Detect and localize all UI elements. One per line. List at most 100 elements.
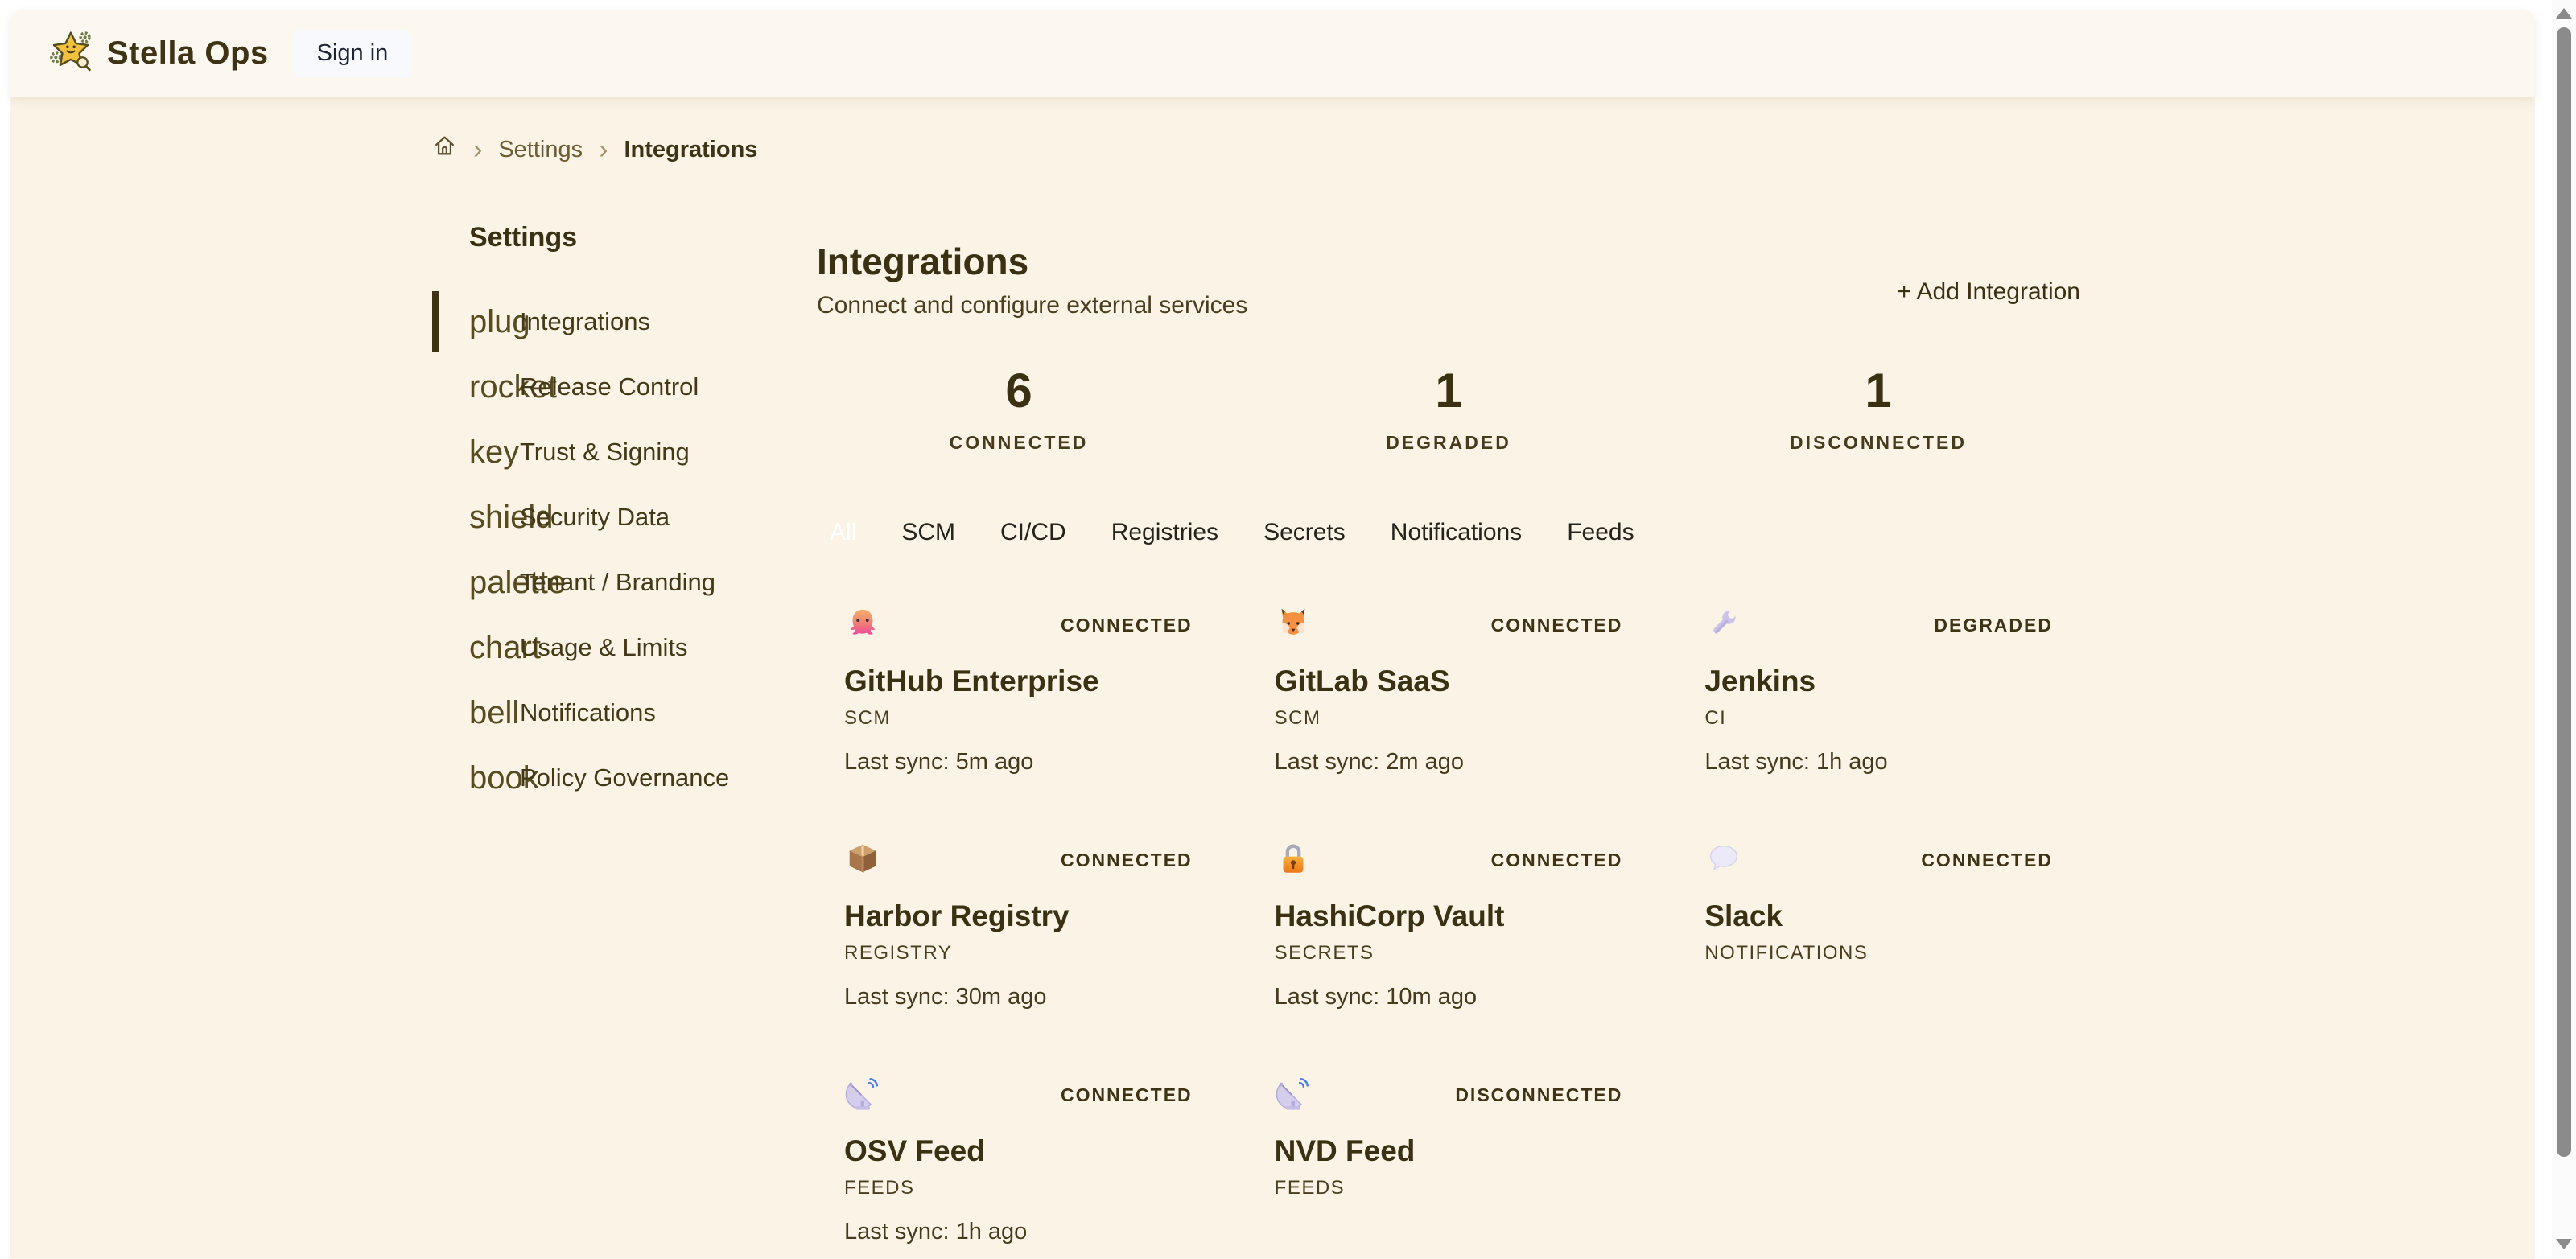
card-gitlab-saas[interactable]: CONNECTED GitLab SaaS SCM Last sync: 2m … [1247, 605, 1651, 776]
breadcrumb: › Settings › Integrations [432, 134, 2080, 166]
satellite-icon [844, 1075, 881, 1112]
tab-all[interactable]: All [830, 519, 856, 546]
sidebar-item-policy-governance[interactable]: book Policy Governance [432, 745, 778, 810]
status-badge: DISCONNECTED [1455, 1084, 1622, 1106]
card-harbor-registry[interactable]: CONNECTED Harbor Registry REGISTRY Last … [817, 840, 1220, 1010]
status-badge: CONNECTED [1061, 1084, 1193, 1106]
card-type: NOTIFICATIONS [1704, 941, 2053, 965]
sidebar-item-integrations[interactable]: plug Integrations [432, 289, 778, 354]
card-last-sync [1275, 1218, 1623, 1245]
sign-in-button[interactable]: Sign in [293, 30, 413, 77]
card-jenkins[interactable]: DEGRADED Jenkins CI Last sync: 1h ago [1677, 605, 2080, 776]
octopus-icon [844, 605, 881, 642]
scrollbar-thumb[interactable] [2557, 27, 2571, 1157]
sidebar-item-label: Notifications [520, 698, 656, 727]
scrollbar-down-arrow-icon[interactable] [2556, 1239, 2572, 1249]
settings-nav: plug Integrations rocket Release Control… [432, 289, 778, 810]
card-name: Slack [1704, 898, 2053, 935]
tab-registries[interactable]: Registries [1111, 519, 1218, 546]
sidebar-item-tenant-branding[interactable]: palette Tenant / Branding [432, 549, 778, 615]
card-name: NVD Feed [1275, 1133, 1623, 1170]
plug-icon: plug [469, 306, 520, 338]
sidebar-item-notifications[interactable]: bell Notifications [432, 680, 778, 745]
card-last-sync: Last sync: 5m ago [844, 748, 1193, 776]
breadcrumb-link-settings[interactable]: Settings [498, 135, 583, 164]
satellite-icon [1275, 1075, 1312, 1112]
stat-label: CONNECTED [817, 431, 1221, 454]
key-icon: key [469, 436, 520, 468]
page-background: › Settings › Integrations Settings plug … [10, 97, 2535, 1259]
card-github-enterprise[interactable]: CONNECTED GitHub Enterprise SCM Last syn… [817, 605, 1220, 776]
status-badge: CONNECTED [1061, 850, 1193, 871]
card-name: Harbor Registry [844, 898, 1193, 935]
palette-icon: palette [469, 566, 520, 599]
stat-value: 6 [817, 365, 1221, 417]
card-slack[interactable]: CONNECTED Slack NOTIFICATIONS [1677, 840, 2080, 1010]
rocket-icon: rocket [469, 371, 520, 403]
card-name: Jenkins [1704, 663, 2053, 700]
sidebar-item-label: Usage & Limits [520, 633, 687, 662]
sidebar-item-usage-limits[interactable]: chart Usage & Limits [432, 615, 778, 680]
stat-degraded: 1 DEGRADED [1247, 365, 1651, 454]
sidebar-item-release-control[interactable]: rocket Release Control [432, 354, 778, 419]
card-last-sync: Last sync: 1h ago [1704, 748, 2053, 776]
sidebar-item-label: Policy Governance [520, 763, 729, 792]
breadcrumb-separator: › [599, 138, 608, 162]
card-name: GitHub Enterprise [844, 663, 1193, 700]
card-type: SECRETS [1275, 941, 1623, 965]
sidebar-item-security-data[interactable]: shield Security Data [432, 484, 778, 549]
chart-icon: chart [469, 632, 520, 664]
status-badge: CONNECTED [1921, 850, 2053, 871]
speech-bubble-icon [1704, 840, 1741, 877]
card-name: OSV Feed [844, 1133, 1193, 1170]
tab-cicd[interactable]: CI/CD [1000, 519, 1066, 546]
card-last-sync: Last sync: 1h ago [844, 1218, 1193, 1245]
tab-feeds[interactable]: Feeds [1567, 519, 1634, 546]
shield-icon: shield [469, 501, 520, 533]
card-type: SCM [1275, 706, 1623, 730]
card-last-sync: Last sync: 2m ago [1275, 748, 1623, 776]
stat-disconnected: 1 DISCONNECTED [1676, 365, 2080, 454]
star-mascot-icon [47, 28, 94, 79]
tab-notifications[interactable]: Notifications [1391, 519, 1522, 546]
card-osv-feed[interactable]: CONNECTED OSV Feed FEEDS Last sync: 1h a… [817, 1075, 1220, 1245]
sidebar-title: Settings [432, 222, 778, 253]
sidebar-item-label: Security Data [520, 503, 670, 532]
sidebar-item-label: Trust & Signing [520, 438, 690, 467]
status-badge: DEGRADED [1934, 615, 2053, 636]
card-last-sync: Last sync: 30m ago [844, 983, 1193, 1010]
integrations-main: Integrations Connect and configure exter… [817, 222, 2080, 1245]
stat-connected: 6 CONNECTED [817, 365, 1221, 454]
vertical-scrollbar[interactable] [2552, 0, 2576, 1259]
home-icon[interactable] [432, 134, 457, 166]
card-type: SCM [844, 706, 1193, 730]
tab-scm[interactable]: SCM [901, 519, 955, 546]
add-integration-button[interactable]: + Add Integration [1897, 264, 2080, 320]
status-badge: CONNECTED [1061, 615, 1193, 636]
stat-value: 1 [1247, 365, 1651, 417]
card-hashicorp-vault[interactable]: CONNECTED HashiCorp Vault SECRETS Last s… [1247, 840, 1651, 1010]
stat-value: 1 [1676, 365, 2080, 417]
category-tabs: All SCM CI/CD Registries Secrets Notific… [817, 516, 2080, 549]
brand-home-link[interactable]: Stella Ops [47, 28, 269, 79]
settings-sidebar: Settings plug Integrations rocket Releas… [432, 222, 778, 1245]
status-badge: CONNECTED [1491, 615, 1623, 636]
bell-icon: bell [469, 697, 520, 729]
stat-label: DEGRADED [1247, 431, 1651, 454]
card-nvd-feed[interactable]: DISCONNECTED NVD Feed FEEDS [1247, 1075, 1651, 1245]
wrench-icon [1704, 605, 1741, 642]
scrollbar-up-arrow-icon[interactable] [2556, 8, 2572, 19]
card-type: FEEDS [1275, 1176, 1623, 1200]
breadcrumb-separator: › [473, 138, 482, 162]
status-badge: CONNECTED [1491, 850, 1623, 871]
sidebar-item-trust-signing[interactable]: key Trust & Signing [432, 419, 778, 484]
tab-secrets[interactable]: Secrets [1263, 519, 1346, 546]
card-last-sync [1704, 983, 2053, 1010]
integration-cards-grid: CONNECTED GitHub Enterprise SCM Last syn… [817, 605, 2080, 1245]
card-type: FEEDS [844, 1176, 1193, 1200]
package-icon [844, 840, 881, 877]
page-subtitle: Connect and configure external services [817, 291, 1247, 320]
page-title: Integrations [817, 240, 1247, 283]
fox-icon [1275, 605, 1312, 642]
app-panel: Stella Ops Sign in › Settings › Integrat… [10, 10, 2535, 1259]
